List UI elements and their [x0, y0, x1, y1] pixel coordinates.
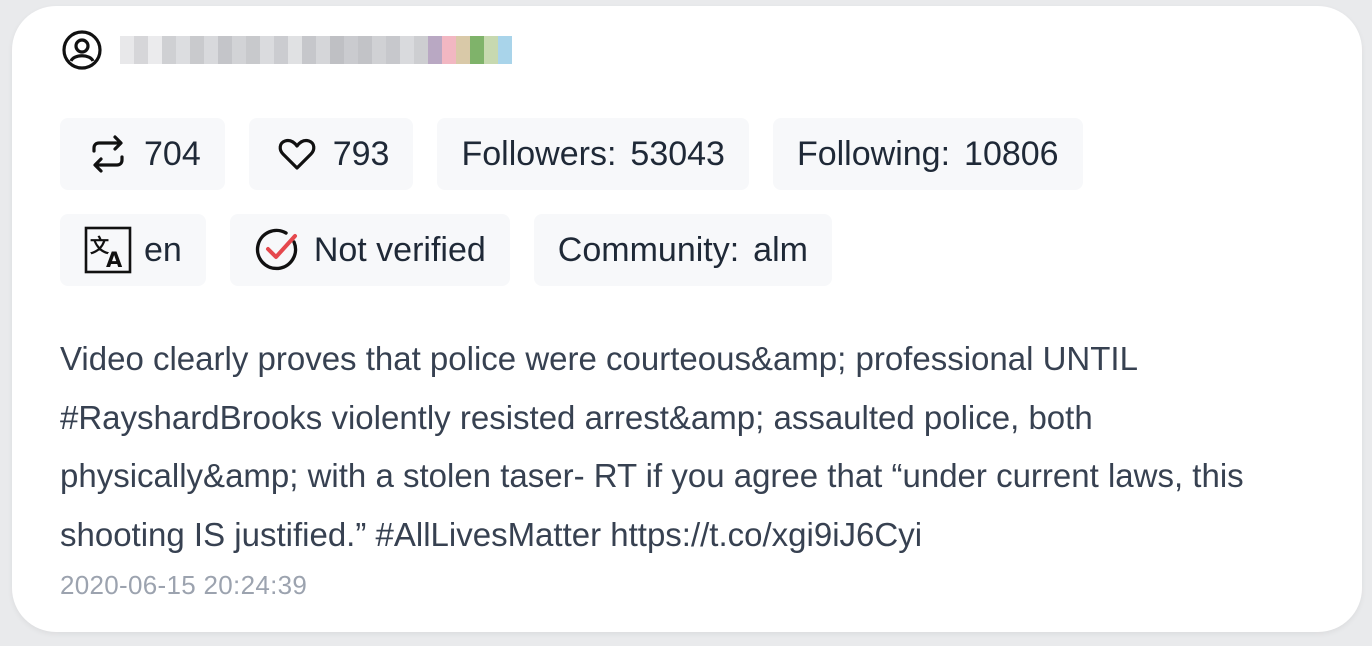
language-value: en — [144, 230, 182, 269]
following-label: Following: — [796, 134, 951, 173]
user-circle-icon — [60, 28, 104, 72]
tweet-card: 704 793 Followers: 53043 Following: 1080… — [12, 6, 1362, 632]
verification-chip: Not verified — [229, 214, 510, 286]
verification-status: Not verified — [313, 230, 486, 269]
stats-row: 704 793 Followers: 53043 Following: 1080… — [60, 118, 1083, 190]
followers-label: Followers: — [461, 134, 617, 173]
check-circle-icon — [254, 226, 302, 274]
following-chip: Following: 10806 — [772, 118, 1083, 190]
language-chip: 文 A en — [60, 214, 206, 286]
community-chip: Community: alm — [533, 214, 832, 286]
community-value: alm — [753, 230, 808, 269]
following-count: 10806 — [964, 134, 1059, 173]
retweet-count: 704 — [144, 134, 201, 173]
community-label: Community: — [557, 230, 740, 269]
user-row — [60, 28, 512, 72]
like-count-chip: 793 — [248, 118, 414, 190]
retweet-icon — [84, 130, 132, 178]
retweet-count-chip: 704 — [60, 118, 225, 190]
translate-icon: 文 A — [84, 226, 132, 274]
like-count: 793 — [332, 134, 390, 173]
username-redacted — [120, 30, 512, 70]
tweet-text: Video clearly proves that police were co… — [60, 340, 1244, 553]
followers-count: 53043 — [630, 134, 725, 173]
tweet-timestamp: 2020-06-15 20:24:39 — [60, 570, 308, 600]
svg-text:A: A — [106, 248, 123, 272]
heart-icon — [273, 130, 321, 178]
meta-row: 文 A en Not verified Community: alm — [60, 214, 832, 286]
followers-chip: Followers: 53043 — [437, 118, 749, 190]
